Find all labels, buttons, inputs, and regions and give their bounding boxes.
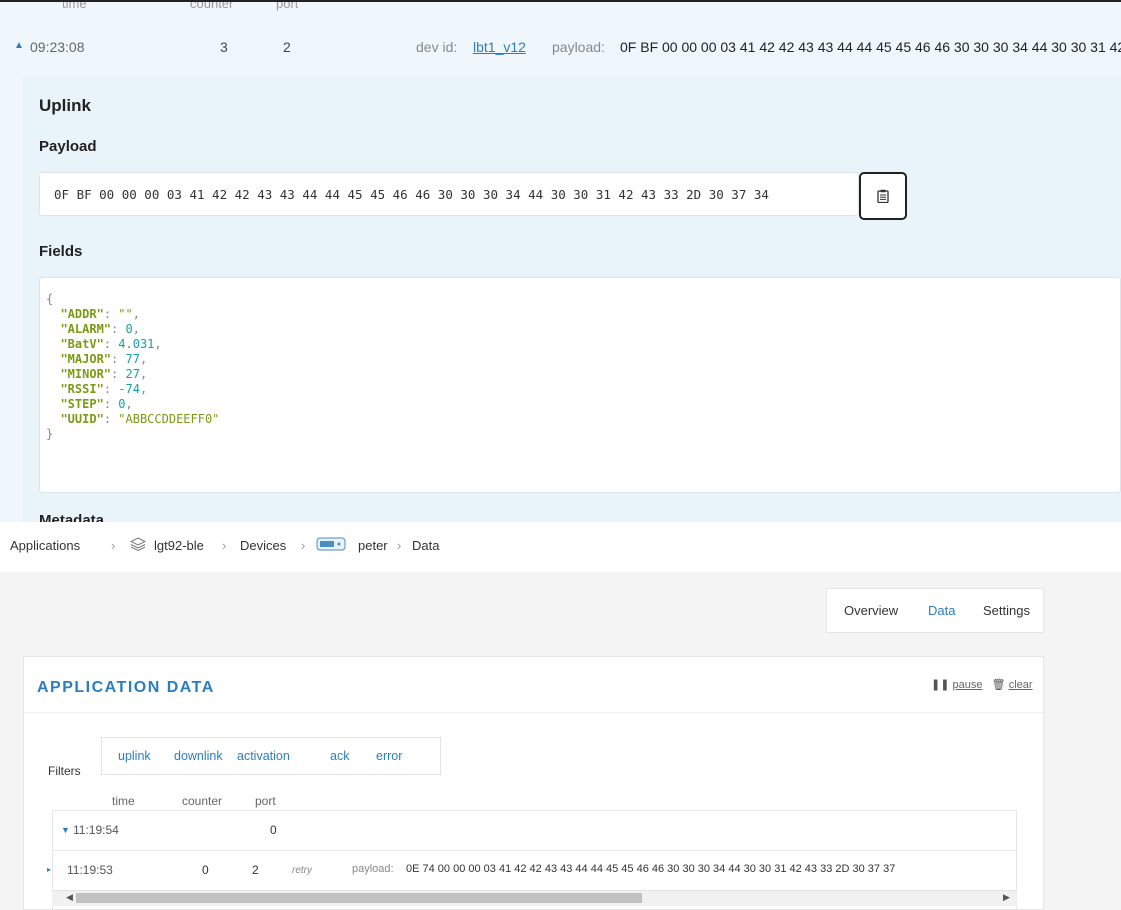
- json-key: "ADDR": [60, 307, 104, 321]
- breadcrumb: Applications › lgt92-ble › Devices › pet…: [0, 522, 1121, 572]
- tab-overview[interactable]: Overview: [844, 603, 898, 618]
- clear-button[interactable]: clear: [1009, 679, 1033, 691]
- json-value: "": [118, 307, 133, 321]
- row-port: 2: [283, 39, 291, 55]
- dev-id-link[interactable]: lbt1_v12: [473, 39, 526, 55]
- row-payload: 0F BF 00 00 00 03 41 42 42 43 43 44 44 4…: [620, 39, 1121, 55]
- payload-label: payload:: [552, 39, 605, 55]
- table-row[interactable]: ▸ 11:19:53 0 2 retry payload: 0E 74 00 0…: [47, 850, 1017, 890]
- chevron-right-icon: ›: [397, 538, 402, 553]
- caret-up-icon[interactable]: ▲: [14, 40, 24, 51]
- metadata-heading: Metadata: [39, 512, 105, 522]
- fields-json: { "ADDR": "", "ALARM": 0, "BatV": 4.031,…: [39, 277, 1121, 493]
- row-payload: 0E 74 00 00 00 03 41 42 42 43 43 44 44 4…: [406, 863, 896, 875]
- device-tabs: Overview Data Settings: [826, 588, 1044, 633]
- card-title: APPLICATION DATA: [37, 679, 215, 696]
- json-field-line: "MAJOR": 77,: [60, 352, 148, 366]
- row-time: 09:23:08: [30, 39, 85, 55]
- json-value: 4.031: [118, 337, 155, 351]
- breadcrumb-data: Data: [412, 538, 440, 553]
- json-value: 0: [125, 322, 133, 336]
- json-value: 0: [118, 397, 126, 411]
- col-header-time: time: [112, 794, 135, 808]
- json-field-line: "RSSI": -74,: [60, 382, 148, 396]
- json-value: 77: [125, 352, 140, 366]
- col-header-time: time: [62, 2, 87, 11]
- payload-label: payload:: [352, 863, 394, 875]
- uplink-heading: Uplink: [39, 96, 91, 115]
- clipboard-icon: [877, 189, 889, 203]
- json-field-line: "MINOR": 27,: [60, 367, 148, 381]
- col-header-counter: counter: [190, 2, 234, 11]
- col-header-counter: counter: [182, 794, 223, 808]
- fields-heading: Fields: [39, 243, 83, 260]
- caret-right-icon[interactable]: ▸: [47, 865, 51, 874]
- json-key: "MINOR": [60, 367, 112, 381]
- row-time: 11:19:54: [73, 823, 119, 837]
- caret-down-icon[interactable]: ▼: [61, 825, 70, 835]
- breadcrumb-device[interactable]: peter: [358, 538, 388, 553]
- filter-error[interactable]: error: [376, 749, 402, 763]
- json-key: "UUID": [60, 412, 104, 426]
- json-field-line: "BatV": 4.031,: [60, 337, 162, 351]
- breadcrumb-app[interactable]: lgt92-ble: [154, 538, 204, 553]
- col-header-port: port: [255, 794, 276, 808]
- copy-button[interactable]: [859, 172, 907, 220]
- filter-activation[interactable]: activation: [237, 749, 290, 763]
- app-stack-icon: [129, 536, 147, 555]
- device-icon: [316, 536, 346, 555]
- json-value: "ABBCCDDEEFF0": [118, 412, 220, 426]
- row-port: 0: [270, 823, 277, 837]
- json-value: -74: [118, 382, 140, 396]
- uplink-detail-panel: time counter port ▲ 09:23:08 3 2 dev id:…: [0, 0, 1121, 522]
- filters-label: Filters: [48, 764, 81, 778]
- row-counter: 3: [220, 39, 228, 55]
- col-header-port: port: [276, 2, 299, 11]
- json-field-line: "ADDR": "",: [60, 307, 140, 321]
- dev-id-label: dev id:: [416, 39, 458, 55]
- json-key: "STEP": [60, 397, 104, 411]
- json-key: "RSSI": [60, 382, 104, 396]
- json-open-brace: {: [46, 292, 54, 306]
- json-close-brace: }: [46, 427, 54, 441]
- json-field-line: "UUID": "ABBCCDDEEFF0": [60, 412, 220, 426]
- scroll-right-icon[interactable]: ▶: [1003, 892, 1010, 903]
- breadcrumb-applications[interactable]: Applications: [10, 538, 80, 553]
- table-row[interactable]: ▼ 11:19:54 0: [52, 810, 1017, 850]
- chevron-right-icon: ›: [222, 538, 227, 553]
- trash-icon[interactable]: 🗑: [992, 679, 1006, 691]
- json-key: "ALARM": [60, 322, 112, 336]
- json-field-line: "ALARM": 0,: [60, 322, 140, 336]
- pause-button[interactable]: pause: [953, 679, 983, 691]
- filters-group: uplink downlink activation ack error: [101, 737, 441, 775]
- scroll-left-icon[interactable]: ◀: [66, 892, 73, 903]
- retry-label: retry: [292, 865, 312, 876]
- payload-value-field[interactable]: 0F BF 00 00 00 03 41 42 42 43 43 44 44 4…: [39, 172, 859, 216]
- row-counter: 0: [202, 863, 209, 877]
- payload-heading: Payload: [39, 138, 97, 155]
- chevron-right-icon: ›: [111, 538, 116, 553]
- pause-icon[interactable]: ❚❚: [931, 679, 949, 691]
- filter-ack[interactable]: ack: [330, 749, 349, 763]
- row-time: 11:19:53: [67, 863, 113, 877]
- tab-data[interactable]: Data: [928, 603, 955, 618]
- chevron-right-icon: ›: [301, 538, 306, 553]
- json-key: "MAJOR": [60, 352, 112, 366]
- card-actions: ❚❚ pause 🗑 clear: [931, 678, 1033, 691]
- expanded-uplink-row[interactable]: ▲ 09:23:08 3 2 dev id: lbt1_v12 payload:…: [0, 22, 1121, 78]
- json-field-line: "STEP": 0,: [60, 397, 133, 411]
- json-value: 27: [125, 367, 140, 381]
- divider: [24, 712, 1043, 713]
- json-key: "BatV": [60, 337, 104, 351]
- tab-settings[interactable]: Settings: [983, 603, 1030, 618]
- divider: [0, 0, 1121, 2]
- filter-downlink[interactable]: downlink: [174, 749, 223, 763]
- breadcrumb-devices[interactable]: Devices: [240, 538, 286, 553]
- row-port: 2: [252, 863, 259, 877]
- scrollbar-thumb[interactable]: [76, 893, 642, 903]
- filter-uplink[interactable]: uplink: [118, 749, 151, 763]
